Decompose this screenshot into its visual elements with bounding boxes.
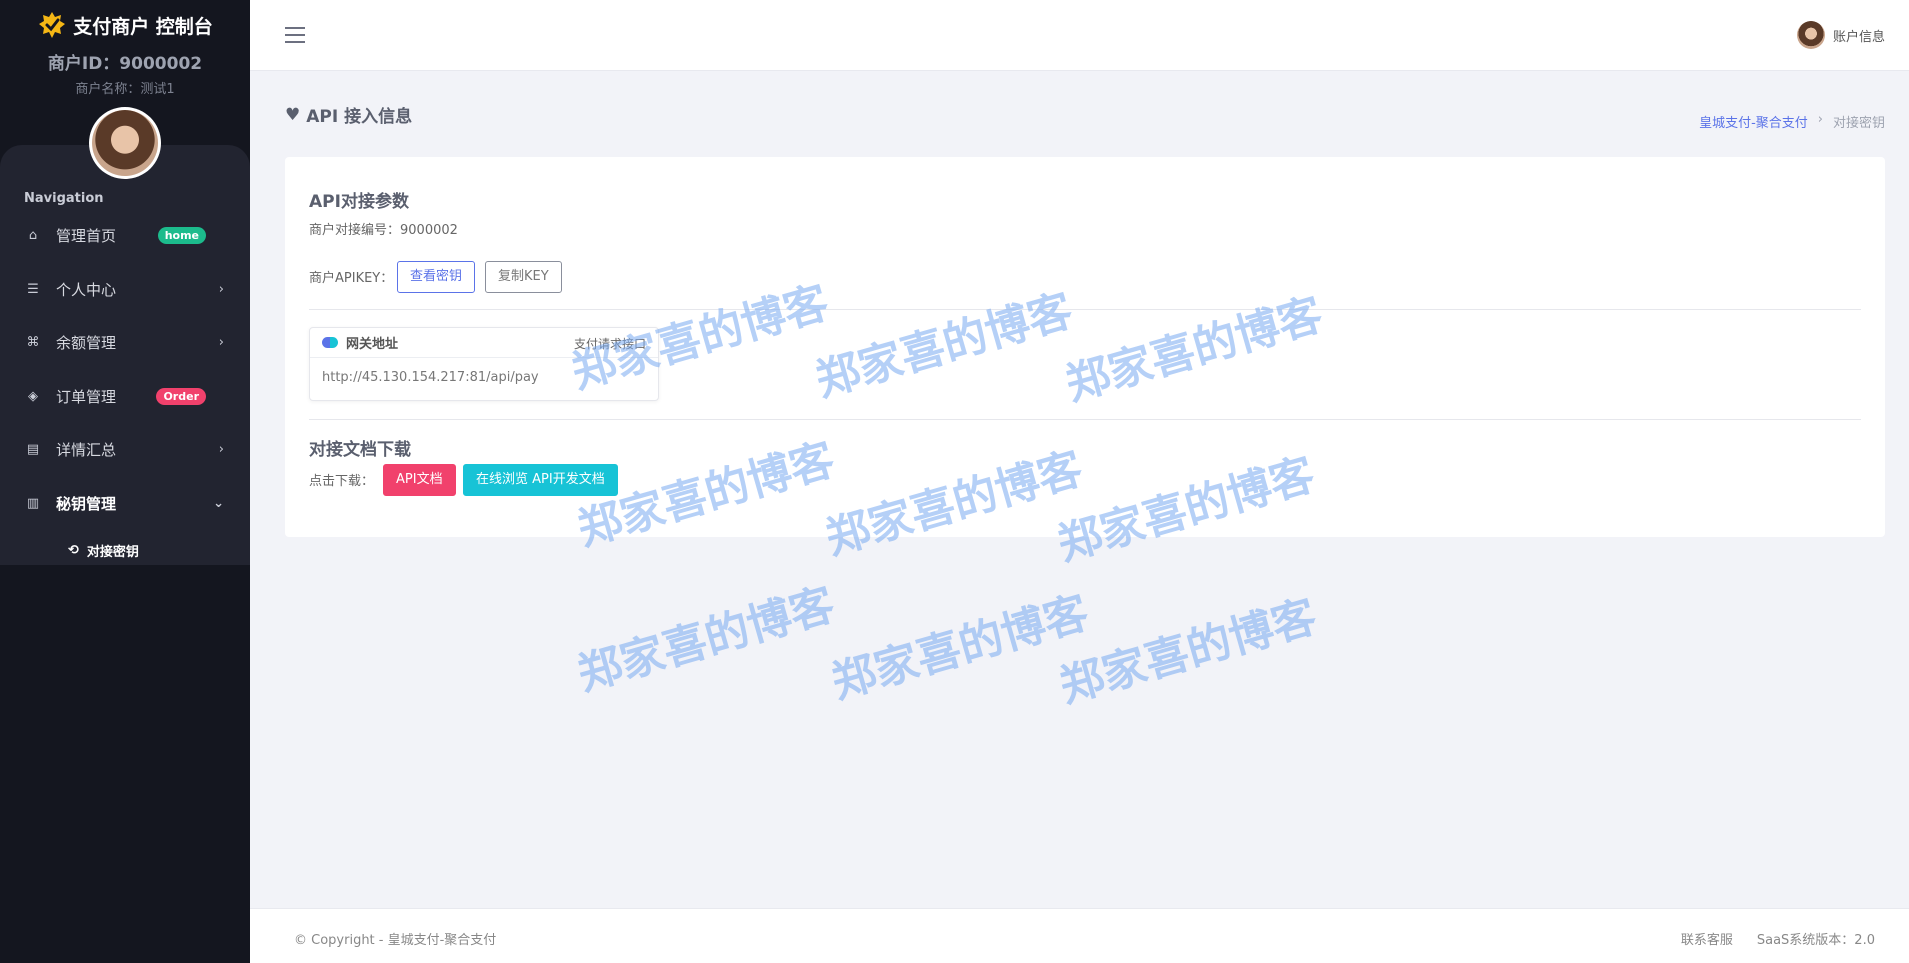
contact-link[interactable]: 联系客服 (1681, 929, 1733, 948)
sidebar: 支付商户 控制台 商户ID：9000002 商户名称：测试1 Navigatio… (0, 0, 250, 963)
docs-section-title: 对接文档下载 (309, 440, 411, 460)
page-title-text: API 接入信息 (306, 107, 413, 127)
account-label: 账户信息 (1832, 29, 1885, 45)
merchant-name: 商户名称：测试1 (75, 82, 175, 97)
chevron-right-icon: › (218, 442, 224, 458)
breadcrumb: 皇城支付-聚合支付 › 对接密钥 (1699, 112, 1885, 131)
watermark: 郑家喜的博客 (1054, 591, 1323, 713)
merchant-id: 商户ID：9000002 (47, 54, 203, 74)
copyright: © Copyright - 皇城支付-聚合支付 (294, 933, 497, 948)
nav-menu: ⌂ 管理首页 home ☰ 个人中心 › ⌘ 余额管理 › ◈ 订单管理 Ord… (0, 209, 250, 570)
document-icon: ▤ (26, 442, 40, 458)
gateway-subtitle: 支付请求接口 (573, 337, 646, 351)
view-key-button[interactable]: 查看密钥 (397, 261, 476, 293)
sidebar-item-label: 个人中心 (56, 280, 117, 299)
sidebar-item-summary[interactable]: ▤ 详情汇总 › (0, 423, 250, 477)
gateway-box: 网关地址 支付请求接口 http://45.130.154.217:81/api… (309, 327, 659, 401)
gateway-header: 网关地址 支付请求接口 (310, 328, 658, 358)
brand-logo-icon (39, 12, 66, 38)
sidebar-item-label: 详情汇总 (56, 441, 117, 460)
order-badge: Order (156, 387, 206, 405)
page-title: ♥ API 接入信息 (285, 102, 413, 128)
sidebar-item-label: 秘钥管理 (56, 494, 117, 513)
breadcrumb-current: 对接密钥 (1832, 116, 1885, 131)
version-text: SaaS系统版本：2.0 (1756, 933, 1875, 948)
avatar (1796, 21, 1825, 49)
rotate-icon: ⟲ (68, 542, 79, 558)
chevron-down-icon: ⌄ (213, 495, 224, 511)
list-icon: ☰ (27, 281, 39, 297)
api-doc-button[interactable]: API文档 (383, 464, 456, 496)
apikey-label: 商户APIKEY： (309, 271, 394, 286)
sidebar-item-label: 管理首页 (56, 227, 117, 246)
sidebar-subitem-api-key[interactable]: ⟲ 对接密钥 (0, 530, 250, 570)
avatar[interactable] (89, 107, 161, 179)
chevron-right-icon: › (218, 281, 224, 297)
command-icon: ⌘ (26, 335, 40, 351)
api-info-card: API对接参数 商户对接编号：9000002 商户APIKEY： 查看密钥 复制… (285, 157, 1885, 537)
sidebar-item-balance[interactable]: ⌘ 余额管理 › (0, 316, 250, 370)
sidebar-item-home[interactable]: ⌂ 管理首页 home (0, 209, 250, 263)
watermark: 郑家喜的博客 (572, 579, 841, 701)
map-icon: ▥ (26, 495, 40, 511)
brand[interactable]: 支付商户 控制台 (0, 10, 250, 40)
nav-title: Navigation (24, 191, 104, 206)
gateway-icon (322, 337, 338, 348)
brand-title: 支付商户 控制台 (73, 15, 213, 38)
sidebar-item-orders[interactable]: ◈ 订单管理 Order (0, 370, 250, 424)
gateway-url[interactable]: http://45.130.154.217:81/api/pay (310, 358, 658, 397)
account-menu[interactable]: 账户信息 (1796, 21, 1885, 49)
sidebar-item-keys[interactable]: ▥ 秘钥管理 ⌄ (0, 477, 250, 531)
gateway-title: 网关地址 (346, 337, 399, 352)
home-icon: ⌂ (28, 228, 38, 244)
divider (309, 419, 1861, 420)
merchant-no-label: 商户对接编号：9000002 (309, 223, 458, 238)
online-doc-button[interactable]: 在线浏览 API开发文档 (463, 464, 618, 496)
heart-icon: ♥ (285, 104, 301, 125)
sidebar-item-profile[interactable]: ☰ 个人中心 › (0, 263, 250, 317)
divider (309, 309, 1861, 310)
sidebar-item-label: 订单管理 (56, 387, 117, 406)
breadcrumb-separator: › (1817, 112, 1823, 127)
watermark: 郑家喜的博客 (826, 587, 1095, 709)
footer: © Copyright - 皇城支付-聚合支付 联系客服 SaaS系统版本：2.… (250, 908, 1909, 963)
download-label: 点击下载： (309, 474, 375, 489)
copy-key-button[interactable]: 复制KEY (485, 261, 562, 293)
sidebar-item-label: 余额管理 (56, 334, 117, 353)
topbar: 账户信息 (250, 0, 1909, 71)
sidebar-subitem-label: 对接密钥 (86, 544, 139, 560)
chevron-right-icon: › (218, 335, 224, 351)
breadcrumb-home-link[interactable]: 皇城支付-聚合支付 (1699, 112, 1808, 131)
home-badge: home (157, 227, 206, 245)
footer-right: 联系客服 SaaS系统版本：2.0 (1681, 929, 1875, 948)
api-section-title: API对接参数 (309, 192, 409, 212)
menu-toggle-icon[interactable] (285, 27, 305, 43)
layers-icon: ◈ (28, 388, 38, 404)
